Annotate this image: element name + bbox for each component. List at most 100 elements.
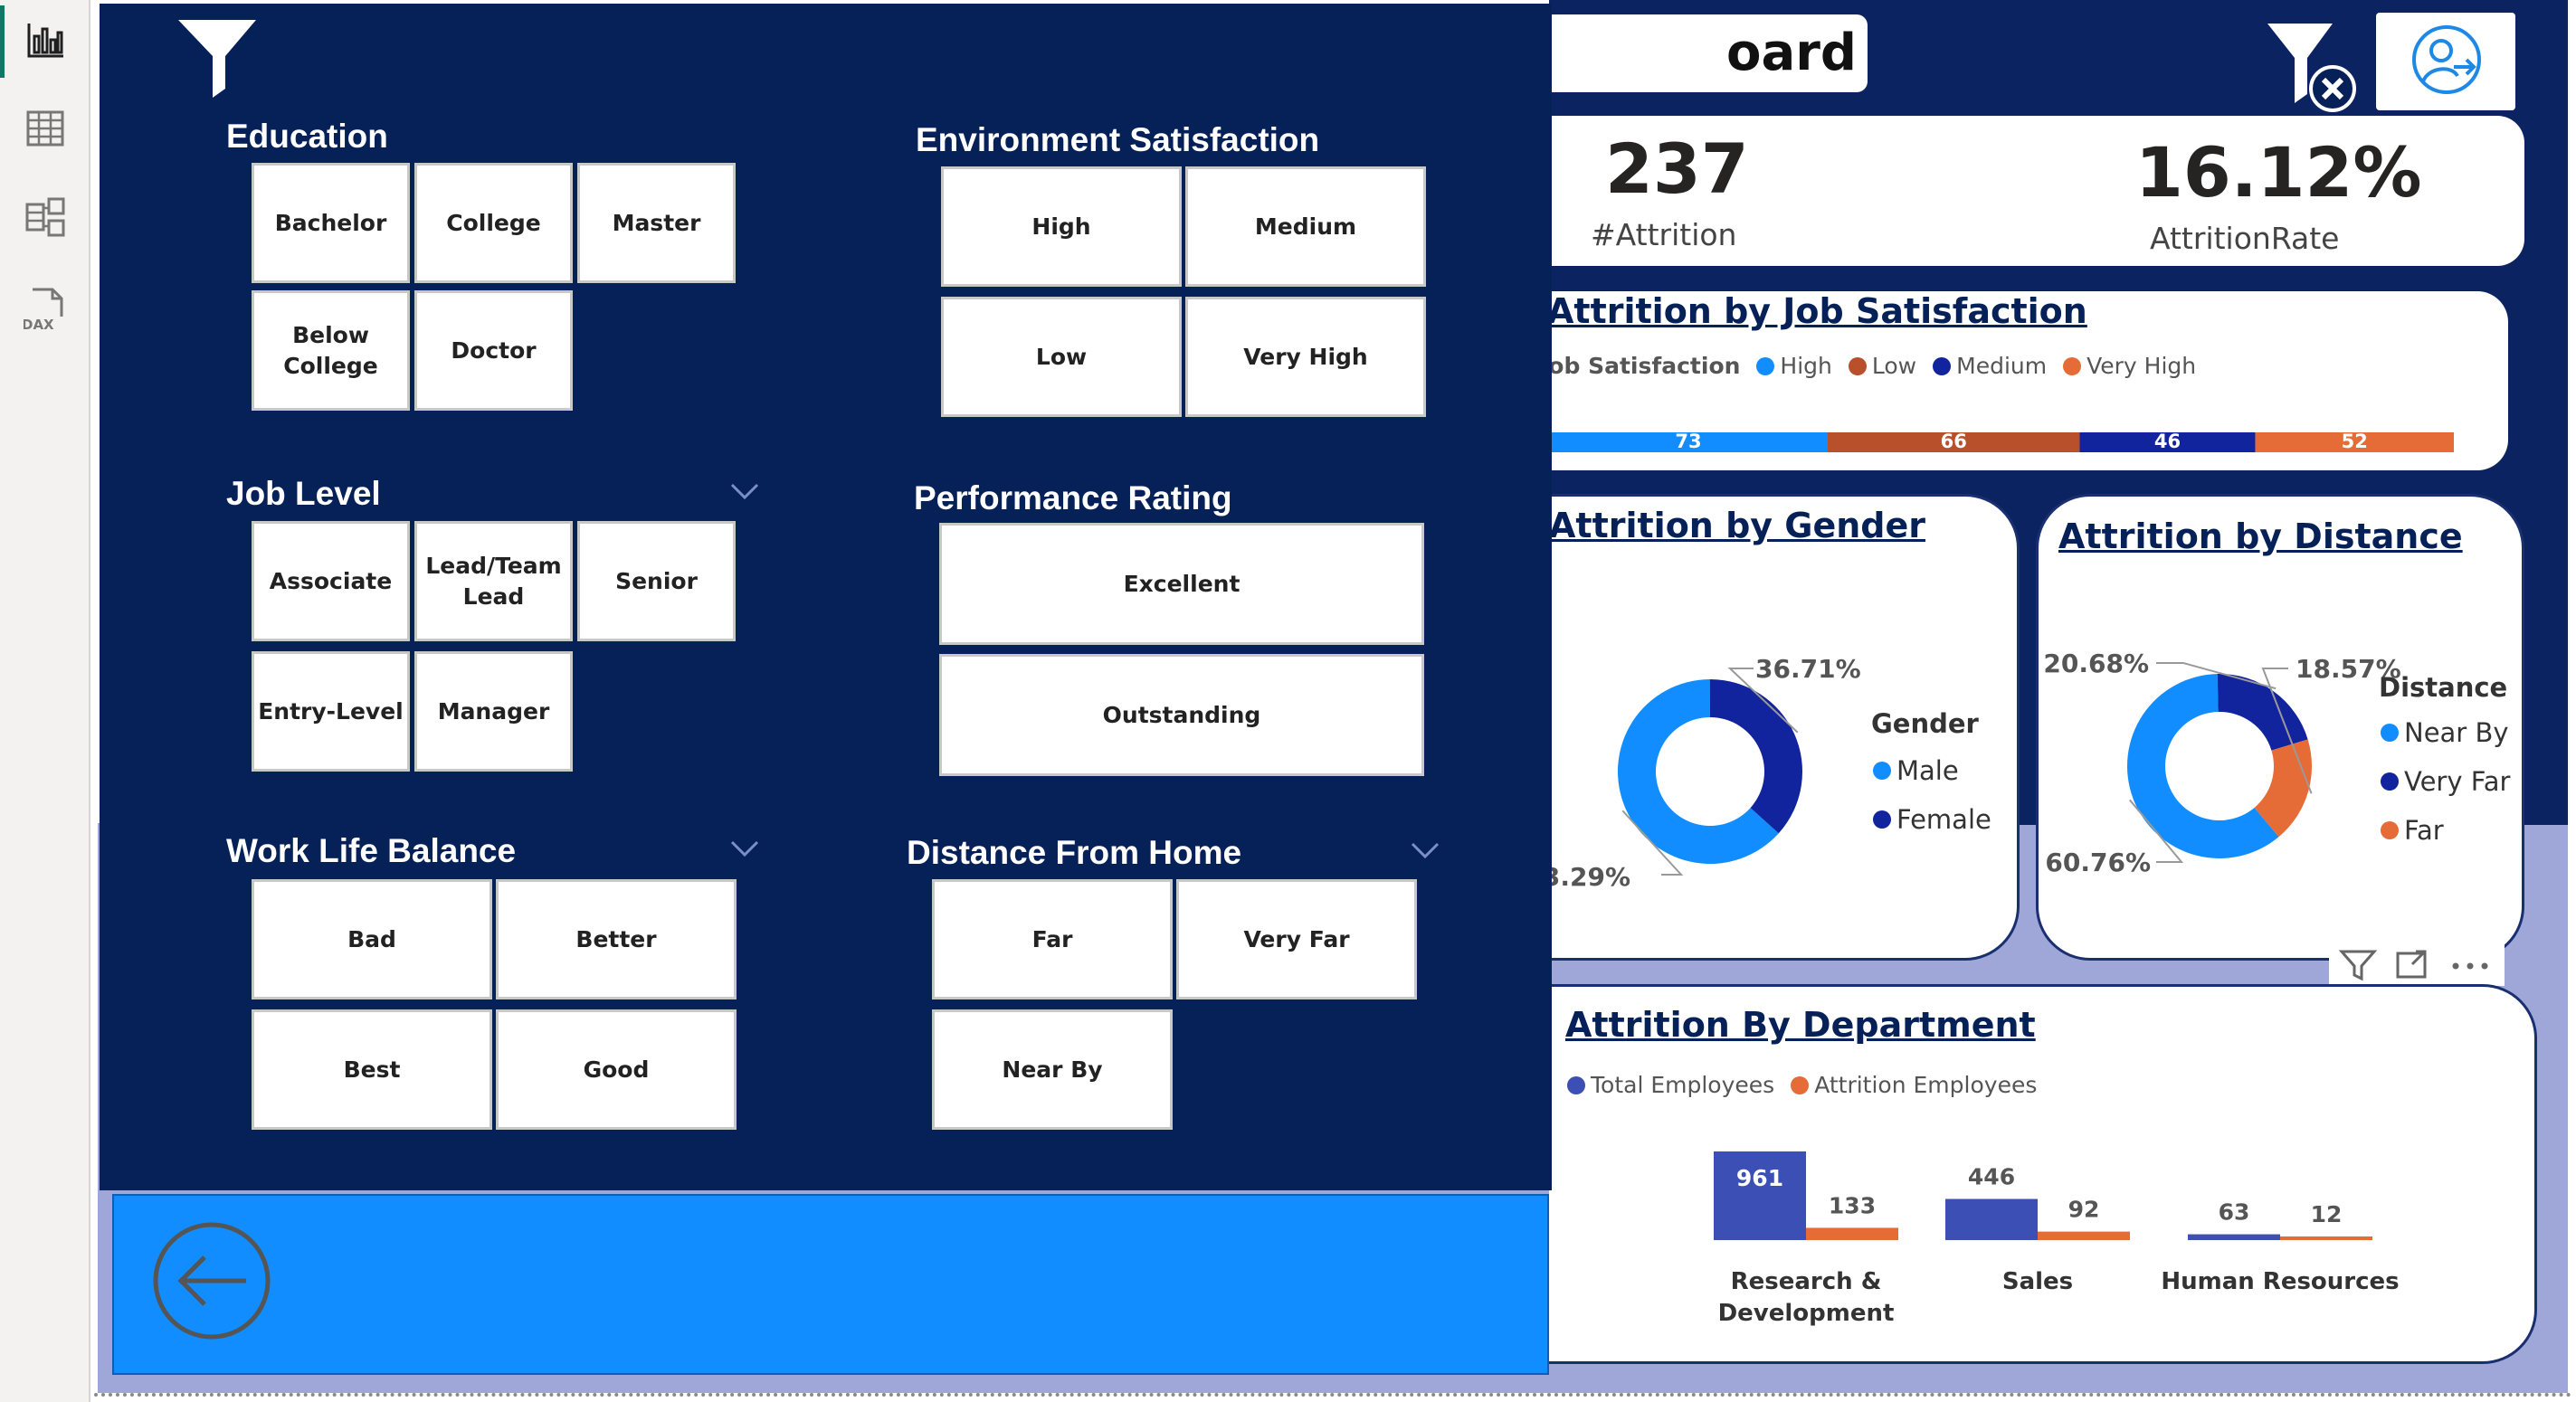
chevron-down-icon[interactable]: [729, 481, 760, 501]
data-label: 961: [1736, 1165, 1783, 1191]
distance-option-very-far[interactable]: Very Far: [1176, 879, 1417, 999]
legend-item[interactable]: Medium: [1933, 353, 2047, 379]
active-view-indicator: [0, 5, 5, 78]
gender-legend-title: Gender: [1871, 708, 1979, 739]
legend-item[interactable]: Low: [1848, 353, 1916, 379]
work-life-balance-option-good[interactable]: Good: [496, 1009, 737, 1130]
dax-query-icon[interactable]: DAX: [22, 286, 67, 333]
job-satisfaction-card: Attrition by Job Satisfaction Job Satisf…: [1549, 291, 2508, 470]
education-option-college[interactable]: College: [414, 163, 573, 283]
work-life-balance-slicer-title: Work Life Balance: [226, 832, 517, 869]
job-satisfaction-stacked-bar: 73 66 46 52: [1549, 432, 2454, 452]
model-view-icon[interactable]: [24, 195, 67, 239]
legend-dot: [2381, 724, 2399, 742]
gender-card: Attrition by Gender 63.29%36.71% Gender …: [1549, 494, 2020, 961]
legend-label: Very Far: [2404, 766, 2511, 797]
work-life-balance-option-best[interactable]: Best: [252, 1009, 492, 1130]
category-label: Sales: [2002, 1268, 2073, 1295]
legend-item-far[interactable]: Far: [2381, 815, 2444, 846]
report-view-icon[interactable]: [24, 18, 67, 62]
legend-item-very-far[interactable]: Very Far: [2381, 766, 2510, 797]
legend-dot: [1933, 356, 1952, 375]
focus-mode-icon[interactable]: [2396, 950, 2427, 979]
legend-label: Male: [1896, 755, 1959, 786]
job-level-option-associate[interactable]: Associate: [252, 521, 410, 641]
distance-from-home-slicer-title: Distance From Home: [907, 834, 1242, 871]
legend-title: Job Satisfaction: [1549, 353, 1741, 379]
environment-option-high[interactable]: High: [941, 166, 1182, 287]
data-label: 73: [1675, 432, 1701, 452]
filter-panel-icon[interactable]: [167, 7, 267, 107]
data-label: 63.29%: [1549, 862, 1630, 892]
data-label: 446: [1968, 1164, 2015, 1190]
attrition-rate-value: 16.12%: [2135, 132, 2422, 213]
legend-dot: [1756, 356, 1775, 375]
department-card: Attrition By Department Total Employees …: [1549, 984, 2537, 1364]
legend-label: Near By: [2404, 717, 2509, 748]
attrition-rate-label: AttritionRate: [2150, 221, 2340, 256]
legend-item-female[interactable]: Female: [1873, 804, 1991, 835]
user-exit-icon: [2412, 25, 2481, 94]
dax-label: DAX: [24, 317, 54, 333]
work-life-balance-option-better[interactable]: Better: [496, 879, 737, 999]
job-level-option-senior[interactable]: Senior: [577, 521, 736, 641]
data-label: 46: [2154, 432, 2181, 452]
kpi-card: 237 #Attrition 16.12% AttritionRate: [1549, 116, 2524, 266]
distance-option-near-by[interactable]: Near By: [932, 1009, 1173, 1130]
data-label: 20.68%: [2043, 649, 2149, 678]
chevron-down-icon[interactable]: [1410, 840, 1440, 860]
environment-option-very-high[interactable]: Very High: [1185, 297, 1426, 417]
legend-item-male[interactable]: Male: [1873, 755, 1959, 786]
performance-rating-slicer-title: Performance Rating: [914, 479, 1232, 516]
job-level-option-lead-team-lead[interactable]: Lead/Team Lead: [414, 521, 573, 641]
bar[interactable]: [1806, 1227, 1898, 1240]
bar[interactable]: [2280, 1236, 2372, 1240]
data-label: 60.76%: [2045, 848, 2151, 877]
chevron-down-icon[interactable]: [729, 838, 760, 858]
performance-option-excellent[interactable]: Excellent: [939, 523, 1424, 645]
more-options-icon[interactable]: [2452, 962, 2488, 970]
education-option-doctor[interactable]: Doctor: [414, 290, 573, 411]
job-level-slicer-title: Job Level: [226, 475, 381, 512]
job-level-option-manager[interactable]: Manager: [414, 651, 573, 772]
performance-option-outstanding[interactable]: Outstanding: [939, 654, 1424, 776]
legend-dot: [2381, 821, 2399, 839]
back-strip: [112, 1194, 1549, 1375]
data-label: 92: [2068, 1197, 2100, 1223]
department-bar-chart: 961 133 Research & Development 446 92 Sales 63 1…: [1714, 1151, 2400, 1327]
data-label: 52: [2342, 432, 2368, 452]
education-option-below-college[interactable]: Below College: [252, 290, 410, 411]
job-level-option-entry-level[interactable]: Entry-Level: [252, 651, 410, 772]
education-slicer-title: Education: [226, 118, 388, 155]
clear-filters-icon[interactable]: [2260, 16, 2360, 116]
education-option-bachelor[interactable]: Bachelor: [252, 163, 410, 283]
job-satisfaction-title: Attrition by Job Satisfaction: [1549, 291, 2087, 331]
work-life-balance-option-bad[interactable]: Bad: [252, 879, 492, 999]
filter-icon[interactable]: [2338, 950, 2378, 981]
back-button[interactable]: [152, 1221, 271, 1340]
data-label: 66: [1941, 432, 1967, 452]
education-option-master[interactable]: Master: [577, 163, 736, 283]
bar[interactable]: [1945, 1198, 2038, 1240]
data-label: 12: [2311, 1201, 2343, 1227]
table-view-icon[interactable]: [24, 107, 67, 150]
donut-slice[interactable]: [1709, 679, 1802, 834]
environment-option-medium[interactable]: Medium: [1185, 166, 1426, 287]
distance-legend-title: Distance: [2379, 672, 2508, 703]
job-satisfaction-legend: Job Satisfaction High Low Medium Very Hi…: [1549, 353, 2207, 379]
legend-label: Medium: [1956, 353, 2048, 379]
environment-satisfaction-slicer-title: Environment Satisfaction: [916, 121, 1320, 158]
user-logout-button[interactable]: [2376, 13, 2515, 110]
environment-option-low[interactable]: Low: [941, 297, 1182, 417]
legend-item[interactable]: High: [1756, 353, 1832, 379]
legend-item[interactable]: Very High: [2063, 353, 2196, 379]
bar[interactable]: [2038, 1231, 2130, 1240]
back-arrow-icon: [153, 1222, 271, 1340]
legend-item-near-by[interactable]: Near By: [2381, 717, 2509, 748]
attrition-count-label: #Attrition: [1591, 217, 1737, 252]
distance-card: Attrition by Distance 60.76% 20.68% 18.57%…: [2036, 494, 2524, 961]
distance-option-far[interactable]: Far: [932, 879, 1173, 999]
legend-dot: [2063, 356, 2082, 375]
bar[interactable]: [2188, 1234, 2280, 1240]
category-label: Research &: [1731, 1268, 1882, 1295]
